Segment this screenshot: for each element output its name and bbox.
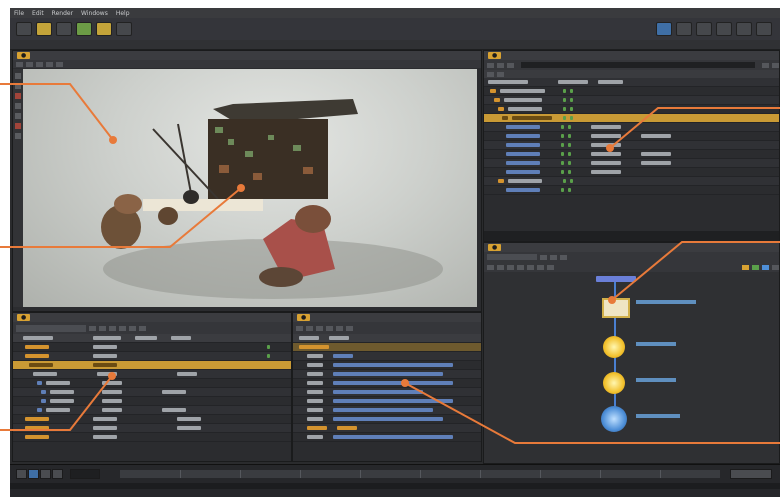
node-label	[636, 414, 680, 418]
application-window: File Edit Render Windows Help ● ● ● ● ●	[10, 8, 780, 497]
menu-item[interactable]: Render	[52, 10, 73, 17]
parameters-panel: ●	[292, 312, 482, 462]
frame-field[interactable]	[70, 469, 100, 479]
menu-item[interactable]: Windows	[81, 10, 108, 17]
toolbar-button[interactable]	[116, 22, 132, 36]
select-tool-icon[interactable]	[15, 73, 21, 79]
toolbar-button[interactable]	[716, 22, 732, 36]
scale-tool-icon[interactable]	[15, 103, 21, 109]
stop-icon[interactable]	[28, 469, 39, 479]
toolbar-button[interactable]	[656, 22, 672, 36]
tab-viewer[interactable]: ●	[17, 52, 31, 59]
toolbar-button[interactable]	[36, 22, 52, 36]
toolbar-button[interactable]	[756, 22, 772, 36]
camera-icon[interactable]	[15, 113, 21, 119]
menu-item[interactable]: Edit	[32, 10, 44, 17]
light-tool-icon[interactable]	[15, 123, 21, 129]
toolbar-button[interactable]	[76, 22, 92, 36]
step-icon[interactable]	[52, 469, 63, 479]
timeline-track[interactable]	[120, 470, 720, 478]
play-icon[interactable]	[16, 469, 27, 479]
light-bulb-icon[interactable]	[603, 372, 625, 394]
node-label	[636, 342, 676, 346]
tab-scene-graph[interactable]: ●	[488, 52, 502, 59]
material-node[interactable]	[602, 298, 630, 318]
node-label	[636, 378, 676, 382]
3d-viewport[interactable]	[23, 69, 477, 307]
market-stall-render	[101, 99, 443, 299]
toolbar-button[interactable]	[56, 22, 72, 36]
menu-item[interactable]: Help	[116, 10, 130, 17]
tab-outliner[interactable]: ●	[17, 314, 31, 321]
selected-location-row[interactable]	[484, 114, 779, 123]
viewer-tools	[13, 69, 23, 307]
tab-parameters[interactable]: ●	[297, 314, 311, 321]
toolbar-button[interactable]	[736, 22, 752, 36]
tab-node-graph[interactable]: ●	[488, 244, 502, 251]
scene-graph-panel: ●	[483, 50, 780, 242]
sub-toolbar	[10, 40, 780, 50]
merge-node-icon[interactable]	[601, 406, 627, 432]
node-graph-panel: ●	[483, 242, 780, 464]
selected-outliner-row[interactable]	[13, 361, 291, 370]
toolbar-button[interactable]	[696, 22, 712, 36]
outliner-panel: ●	[12, 312, 292, 462]
parameter-list[interactable]	[293, 352, 481, 442]
outliner-tree[interactable]	[13, 343, 291, 442]
render-node[interactable]	[596, 276, 636, 282]
timeline	[10, 464, 780, 497]
frame-range-field[interactable]	[730, 469, 772, 479]
toolbar-button[interactable]	[676, 22, 692, 36]
toolbar-button[interactable]	[16, 22, 32, 36]
light-bulb-icon[interactable]	[603, 336, 625, 358]
grid-icon[interactable]	[15, 133, 21, 139]
node-label	[636, 300, 696, 304]
rotate-tool-icon[interactable]	[15, 93, 21, 99]
move-tool-icon[interactable]	[15, 83, 21, 89]
scene-graph-tree[interactable]	[484, 78, 779, 195]
menu-item[interactable]: File	[14, 10, 24, 17]
step-icon[interactable]	[40, 469, 51, 479]
node-graph-canvas[interactable]	[484, 272, 779, 463]
main-toolbar	[10, 18, 780, 41]
viewer-panel: ●	[12, 50, 482, 312]
toolbar-button[interactable]	[96, 22, 112, 36]
